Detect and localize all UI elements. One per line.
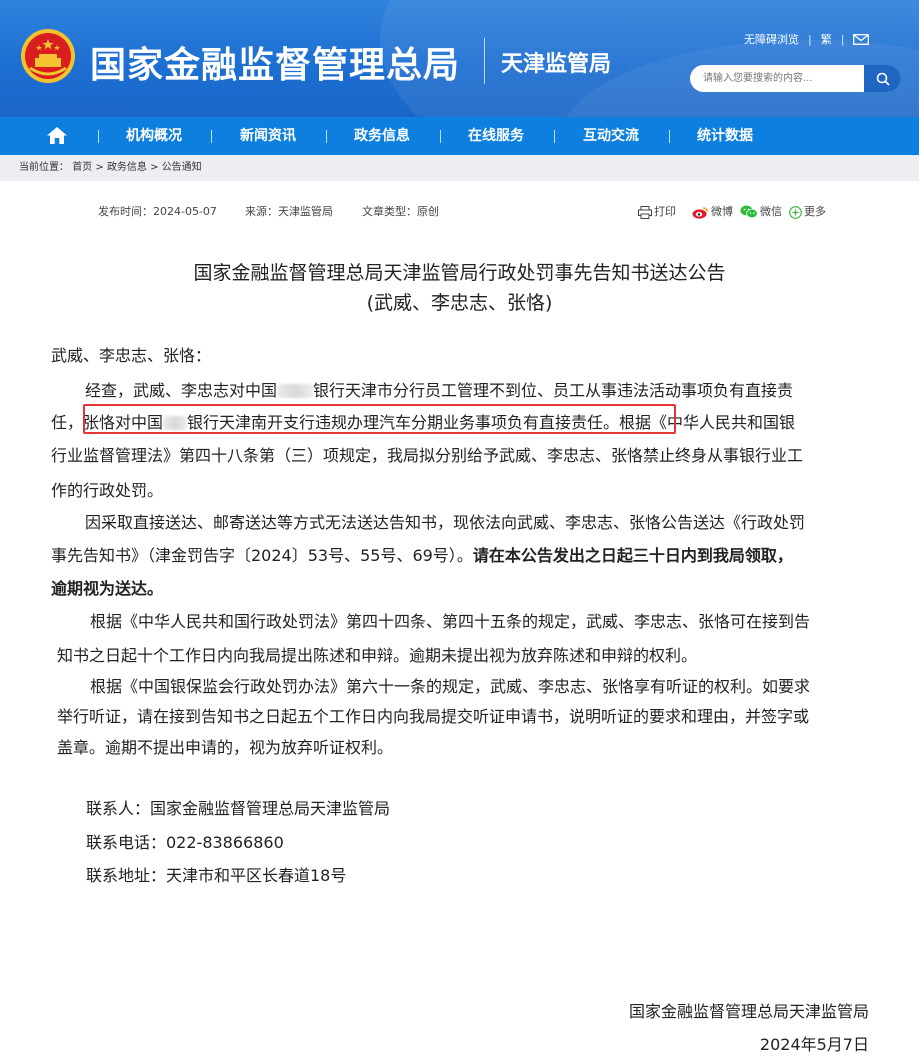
paragraph-line: 经查，武威、李忠志对中国 银行天津市分行员工管理不到位、员工从事违法活动事项负有直… xyxy=(85,381,794,400)
redacted-text xyxy=(277,384,314,398)
breadcrumb-sep: > xyxy=(95,162,107,173)
paragraph-line: 事先告知书》（津金罚告字〔2024〕53号、55号、69号）。请在本公告发出之日… xyxy=(51,546,793,565)
signature-organization: 国家金融监督管理总局天津监管局 xyxy=(628,1002,869,1021)
paragraph-line: 因采取直接送达、邮寄送达等方式无法送达告知书，现依法向武威、李忠志、张恪公告送达… xyxy=(85,513,806,532)
paragraph-line: 知书之日起十个工作日内向我局提出陈述和申辩。逾期未提出视为放弃陈述和申辩的权利。 xyxy=(57,646,698,665)
article-source: 来源：天津监管局 xyxy=(245,205,333,218)
search-box xyxy=(690,65,901,92)
paragraph-line: 盖章。逾期不提出申请的，视为放弃听证权利。 xyxy=(57,738,394,757)
nav-separator xyxy=(554,130,555,143)
accessible-browse-link[interactable]: 无障碍浏览 xyxy=(744,31,799,47)
article-title: 国家金融监督管理总局天津监管局行政处罚事先告知书送达公告 xyxy=(193,262,726,284)
share-wechat-button[interactable]: 微信 xyxy=(740,205,782,219)
wechat-icon xyxy=(740,205,758,219)
breadcrumb-section[interactable]: 政务信息 xyxy=(107,162,147,173)
contact-address: 联系地址：天津市和平区长春道18号 xyxy=(86,866,347,885)
nav-item-organization[interactable]: 机构概况 xyxy=(126,117,182,155)
salutation: 武威、李忠志、张恪： xyxy=(51,346,212,365)
mail-icon[interactable] xyxy=(853,33,870,45)
title-divider xyxy=(484,38,485,84)
paragraph-line: 作的行政处罚。 xyxy=(51,481,164,500)
highlight-box xyxy=(83,404,676,434)
home-icon[interactable] xyxy=(47,127,67,144)
contact-person: 联系人：国家金融监督管理总局天津监管局 xyxy=(86,799,391,818)
paragraph-line: 根据《中华人民共和国行政处罚法》第四十四条、第四十五条的规定，武威、李忠志、张恪… xyxy=(90,612,811,631)
nav-item-online-service[interactable]: 在线服务 xyxy=(468,117,524,155)
article-subtitle: (武威、李忠志、张恪) xyxy=(366,292,553,314)
weibo-icon xyxy=(692,206,709,219)
print-button[interactable]: 打印 xyxy=(638,205,676,219)
breadcrumb-sep: > xyxy=(150,162,162,173)
contact-phone: 联系电话：022-83866860 xyxy=(86,833,284,852)
nav-item-news[interactable]: 新闻资讯 xyxy=(240,117,296,155)
article-type: 文章类型：原创 xyxy=(362,205,439,218)
search-input[interactable] xyxy=(690,65,860,92)
nav-separator xyxy=(98,130,99,143)
signature-date: 2024年5月7日 xyxy=(759,1035,869,1054)
national-emblem-icon[interactable] xyxy=(20,28,76,84)
nav-item-government-info[interactable]: 政务信息 xyxy=(354,117,410,155)
site-header: 国家金融监督管理总局 天津监管局 无障碍浏览 | 繁 | xyxy=(0,0,919,117)
weibo-label: 微博 xyxy=(711,205,733,218)
search-icon xyxy=(876,72,890,86)
main-nav: 机构概况 新闻资讯 政务信息 在线服务 互动交流 统计数据 xyxy=(0,117,919,155)
print-label: 打印 xyxy=(654,205,676,218)
wechat-label: 微信 xyxy=(760,205,782,218)
top-links: 无障碍浏览 | 繁 | xyxy=(744,31,870,47)
printer-icon xyxy=(638,205,652,219)
breadcrumb-home[interactable]: 首页 xyxy=(72,162,92,173)
link-separator: | xyxy=(808,32,812,46)
paragraph-line: 行业监督管理法》第四十八条第（三）项规定，我局拟分别给予武威、李忠志、张恪禁止终… xyxy=(51,446,804,465)
site-title[interactable]: 国家金融监督管理总局 xyxy=(90,36,460,88)
traditional-chinese-link[interactable]: 繁 xyxy=(821,31,832,47)
breadcrumb-page[interactable]: 公告通知 xyxy=(162,162,202,173)
nav-item-interaction[interactable]: 互动交流 xyxy=(583,117,639,155)
paragraph-line: 举行听证，请在接到告知书之日起五个工作日内向我局提交听证申请书，说明听证的要求和… xyxy=(57,707,810,726)
more-label: 更多 xyxy=(804,205,826,218)
nav-separator xyxy=(211,130,212,143)
breadcrumb: 当前位置： 首页 > 政务信息 > 公告通知 xyxy=(0,155,919,181)
plus-icon xyxy=(789,205,802,219)
share-weibo-button[interactable]: 微博 xyxy=(692,205,733,219)
nav-separator xyxy=(440,130,441,143)
nav-separator xyxy=(669,130,670,143)
paragraph-line: 根据《中国银保监会行政处罚办法》第六十一条的规定，武威、李忠志、张恪享有听证的权… xyxy=(90,677,811,696)
nav-separator xyxy=(326,130,327,143)
paragraph-line: 逾期视为送达。 xyxy=(51,579,164,598)
publish-date: 发布时间：2024-05-07 xyxy=(98,205,217,218)
breadcrumb-prefix: 当前位置： xyxy=(19,162,69,173)
nav-item-statistics[interactable]: 统计数据 xyxy=(697,117,753,155)
link-separator: | xyxy=(840,32,845,46)
search-button[interactable] xyxy=(864,65,901,92)
sub-site-title[interactable]: 天津监管局 xyxy=(501,46,611,78)
share-more-button[interactable]: 更多 xyxy=(789,205,826,219)
